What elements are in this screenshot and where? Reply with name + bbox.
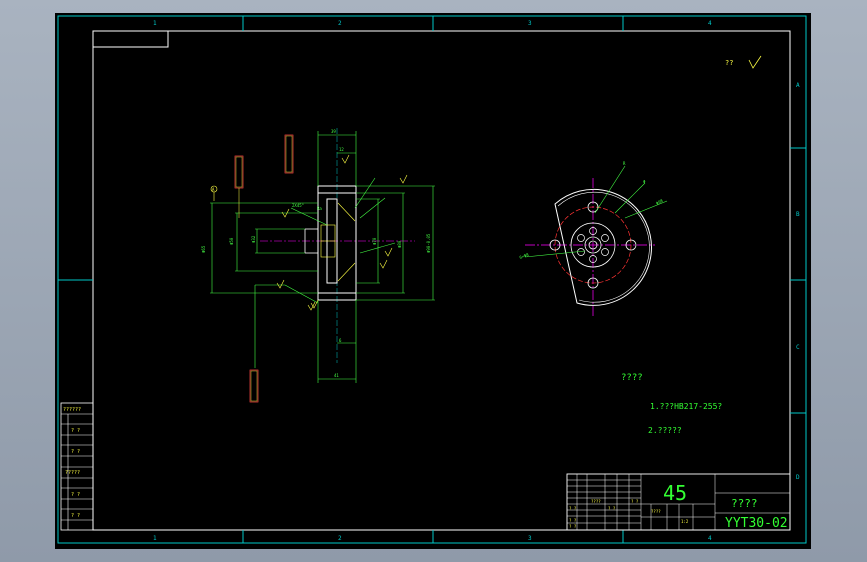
roughness-note: ?? — [725, 59, 733, 67]
svg-text:????: ???? — [591, 499, 601, 504]
zone-label-right-c: C — [796, 344, 800, 351]
cad-viewport: 1 2 3 4 1 2 3 4 A B C D ?????? ? ? ? ? ?… — [0, 0, 867, 562]
zone-label-top-2: 2 — [338, 20, 342, 27]
zone-label-bottom-4: 4 — [708, 535, 712, 542]
svg-text:Φ32: Φ32 — [251, 235, 256, 243]
left-strip-label-2: ? ? — [71, 428, 80, 434]
zone-labels-top: 1 2 3 4 1 2 3 4 A B C D — [153, 20, 800, 542]
zone-label-right-a: A — [796, 82, 800, 89]
tech-req-item-2: 2.????? — [648, 426, 682, 435]
tolerance-frame-2 — [284, 134, 294, 174]
svg-text:1:2: 1:2 — [681, 519, 689, 524]
drawing-number-text: YYT30-02 — [725, 516, 788, 531]
tolerance-frame-3 — [249, 369, 259, 403]
zone-label-top-1: 1 — [153, 20, 157, 27]
left-strip-label-3: ? ? — [71, 449, 80, 455]
front-view[interactable]: 6×Φ8 R Φ Φ98 — [519, 161, 668, 318]
svg-text:? ?: ? ? — [631, 499, 639, 504]
svg-text:Ra: Ra — [317, 206, 322, 211]
roughness-symbol — [748, 55, 762, 69]
svg-text:Φ70: Φ70 — [372, 237, 377, 245]
svg-text:? ?: ? ? — [569, 506, 577, 511]
svg-text:39: 39 — [331, 129, 336, 134]
svg-text:Φ80: Φ80 — [397, 240, 402, 248]
zone-label-right-d: D — [796, 474, 800, 481]
tolerance-frame-1 — [234, 155, 244, 218]
zone-label-top-4: 4 — [708, 20, 712, 27]
zone-label-bottom-1: 1 — [153, 535, 157, 542]
left-strip-label-5: ? ? — [71, 492, 80, 498]
svg-text:Φ: Φ — [643, 179, 646, 184]
svg-text:6: 6 — [339, 338, 342, 343]
svg-text:Φ90-0.05: Φ90-0.05 — [426, 233, 431, 253]
left-strip-table: ?????? ? ? ? ? ????? ? ? ? ? — [60, 402, 94, 531]
zone-label-bottom-2: 2 — [338, 535, 342, 542]
zone-label-top-3: 3 — [528, 20, 532, 27]
part-name-text: ???? — [731, 497, 758, 510]
zone-label-right-b: B — [796, 211, 800, 218]
svg-text:Φ50: Φ50 — [229, 237, 234, 245]
svg-text:? ?: ? ? — [608, 506, 616, 511]
left-strip-label-4: ????? — [65, 470, 80, 476]
material-text: 45 — [663, 481, 687, 505]
svg-text:6×Φ8: 6×Φ8 — [519, 252, 530, 260]
svg-text:? ?: ? ? — [569, 524, 577, 529]
svg-text:????: ???? — [651, 509, 661, 514]
svg-text:2X45°: 2X45° — [292, 203, 304, 208]
left-strip-label-1: ?????? — [63, 407, 81, 413]
zone-label-bottom-3: 3 — [528, 535, 532, 542]
tech-req-title: ???? — [621, 373, 643, 383]
datum-a: A — [210, 185, 218, 201]
datum-a-label: A — [212, 187, 215, 192]
top-left-box — [93, 31, 169, 48]
svg-text:R: R — [623, 161, 626, 166]
title-block: ? ? ???? ? ? ? ? ? ? ? ? ???? 1:2 45 ???… — [566, 473, 791, 531]
zone-dividers — [58, 16, 806, 543]
svg-text:? ?: ? ? — [569, 518, 577, 523]
section-view[interactable]: Φ65 Φ50 Φ32 Φ90-0.05 Φ80 Φ70 39 41 12 6 … — [201, 128, 435, 403]
svg-text:12: 12 — [339, 147, 344, 152]
tech-req-item-1: 1.???HB217-255? — [650, 402, 722, 411]
left-strip-label-6: ? ? — [71, 513, 80, 519]
outer-frame — [57, 15, 807, 544]
inner-border — [92, 30, 791, 531]
svg-text:41: 41 — [334, 373, 339, 378]
drawing-canvas[interactable]: 1 2 3 4 1 2 3 4 A B C D ?????? ? ? ? ? ?… — [55, 13, 811, 549]
drawing-sheet[interactable]: 1 2 3 4 1 2 3 4 A B C D ?????? ? ? ? ? ?… — [55, 13, 811, 549]
svg-text:Φ65: Φ65 — [201, 245, 206, 253]
svg-text:Φ98: Φ98 — [655, 198, 664, 206]
